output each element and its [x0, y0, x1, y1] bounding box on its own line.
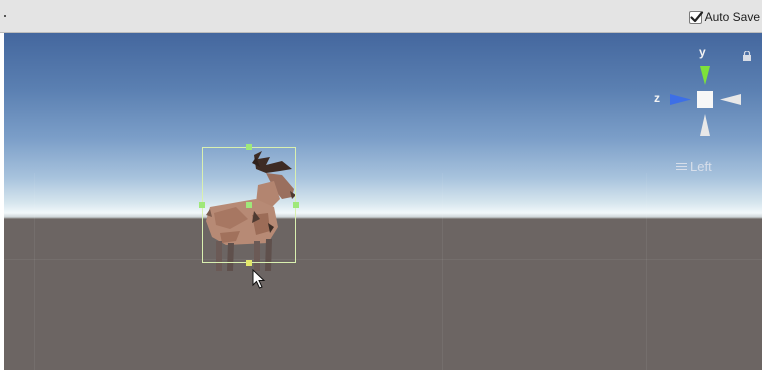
- grid-line: [442, 173, 443, 370]
- neg-y-axis-cone: [700, 114, 710, 136]
- pivot-handle[interactable]: [246, 202, 252, 208]
- checkmark-icon: [690, 10, 703, 22]
- lock-icon[interactable]: [742, 51, 752, 61]
- gizmo-center-cube: [697, 91, 713, 108]
- y-axis-label: y: [699, 45, 706, 59]
- auto-save-toggle[interactable]: Auto Save: [688, 9, 760, 25]
- view-name: Left: [690, 159, 712, 174]
- top-handle[interactable]: [246, 144, 252, 150]
- z-axis-cone: [670, 94, 691, 105]
- menu-icon: [676, 162, 687, 171]
- grid-line: [4, 259, 762, 260]
- grid-line: [34, 173, 35, 370]
- x-axis-cone: [720, 94, 741, 105]
- right-handle[interactable]: [293, 202, 299, 208]
- y-axis-cone: [700, 66, 710, 85]
- left-handle[interactable]: [199, 202, 205, 208]
- z-axis-label: z: [654, 91, 660, 105]
- mouse-cursor-icon: [252, 269, 266, 289]
- bottom-handle[interactable]: [246, 260, 252, 266]
- auto-save-label: Auto Save: [704, 10, 760, 24]
- auto-save-checkbox[interactable]: [688, 10, 703, 24]
- toolbar-marker: [4, 15, 6, 17]
- scene-viewport[interactable]: y z Left: [4, 33, 762, 370]
- view-mode-label[interactable]: Left: [676, 159, 712, 174]
- grid-line: [646, 173, 647, 370]
- scene-toolbar: Auto Save: [0, 0, 762, 33]
